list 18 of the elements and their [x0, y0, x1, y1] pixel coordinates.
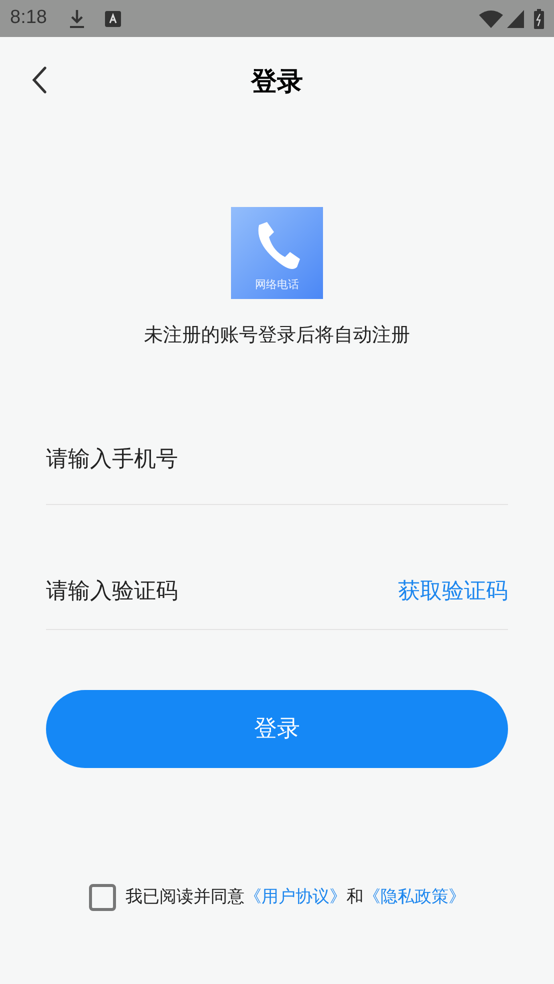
hint-text: 未注册的账号登录后将自动注册	[144, 324, 410, 348]
agreement-link[interactable]: 《用户协议》	[244, 887, 346, 906]
logo-label: 网络电话	[255, 278, 299, 293]
status-time: 8:18	[10, 6, 47, 30]
phone-input[interactable]: 请输入手机号	[46, 442, 508, 474]
get-code-button[interactable]: 获取验证码	[398, 574, 508, 606]
agreement-link[interactable]: 《隐私政策》	[364, 887, 466, 906]
download-icon	[68, 8, 85, 28]
agreement-checkbox[interactable]	[88, 884, 116, 910]
battery-icon	[534, 8, 544, 28]
login-button[interactable]: 登录	[46, 690, 508, 768]
keyboard-icon	[104, 10, 121, 26]
page-title: 登录	[251, 64, 303, 98]
agreement-text: 我已阅读并同意《用户协议》和《隐私政策》	[126, 886, 466, 908]
back-icon	[31, 66, 47, 94]
wifi-icon	[479, 10, 503, 28]
code-input[interactable]: 请输入验证码	[46, 574, 398, 606]
signal-icon	[507, 10, 524, 28]
